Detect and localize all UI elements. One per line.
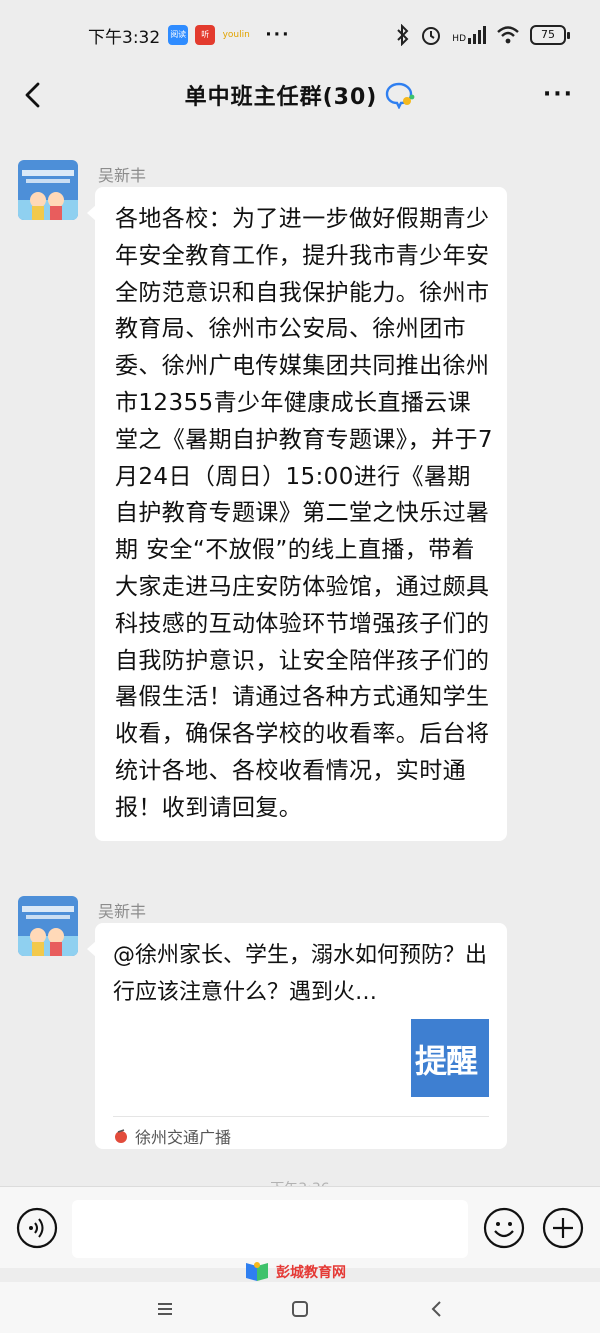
input-bar — [0, 1186, 600, 1268]
back-nav-icon[interactable] — [422, 1294, 452, 1324]
chat-message: 吴新丰 各地各校：为了进一步做好假期青少年安全教育工作，提升我市青少年安全防范意… — [18, 160, 588, 880]
sender-name: 吴新丰 — [98, 166, 147, 185]
wifi-icon — [497, 26, 519, 44]
thumbnail-text: 提醒 — [415, 1042, 478, 1080]
youlin-app-icon: youlin — [222, 30, 250, 40]
status-time: 下午3:32 — [88, 27, 161, 48]
battery-icon: 75 — [530, 25, 570, 45]
wecom-group-icon — [386, 82, 415, 109]
message-text: 各地各校：为了进一步做好假期青少年安全教育工作，提升我市青少年安全防范意识和自我… — [115, 206, 493, 821]
more-options-button[interactable]: ··· — [543, 82, 574, 107]
status-indicators: HD 75 — [396, 24, 570, 46]
link-source: 徐州交通广播 — [113, 1124, 231, 1148]
link-thumbnail: 提醒 — [411, 1019, 489, 1097]
watermark-text: 彭城教育网 — [276, 1265, 346, 1281]
voice-input-icon[interactable] — [16, 1207, 58, 1249]
link-card[interactable]: @徐州家长、学生，溺水如何预防？出行应该注意什么？遇到火… 提醒 徐州交通广播 — [87, 923, 507, 1149]
back-button[interactable] — [18, 79, 48, 111]
home-icon[interactable] — [285, 1294, 315, 1324]
link-source-name: 徐州交通广播 — [135, 1128, 232, 1147]
chat-message: 吴新丰 @徐州家长、学生，溺水如何预防？出行应该注意什么？遇到火… 提醒 徐州交… — [18, 896, 588, 1156]
link-title: @徐州家长、学生，溺水如何预防？出行应该注意什么？遇到火… — [113, 943, 488, 1005]
avatar[interactable] — [18, 896, 78, 956]
system-navigation-bar — [0, 1282, 600, 1333]
chevron-left-icon — [25, 82, 40, 108]
bluetooth-icon — [397, 24, 409, 46]
hd-signal-icon: HD — [452, 26, 486, 44]
message-input[interactable] — [72, 1200, 468, 1258]
message-bubble[interactable]: 各地各校：为了进一步做好假期青少年安全教育工作，提升我市青少年安全防范意识和自我… — [87, 187, 507, 841]
hd-label: HD — [452, 34, 466, 44]
radio-station-icon — [115, 1129, 127, 1143]
sender-name: 吴新丰 — [98, 902, 147, 921]
emoji-icon[interactable] — [483, 1207, 525, 1249]
status-more-icon: ··· — [265, 25, 291, 45]
divider — [113, 1116, 489, 1117]
menu-icon[interactable] — [150, 1294, 180, 1324]
avatar[interactable] — [18, 160, 78, 220]
alarm-icon — [422, 27, 441, 45]
reading-app-icon: 阅读 — [168, 25, 189, 45]
page-title: 单中班主任群(30) — [184, 85, 378, 110]
listen-app-icon: 听 — [195, 25, 216, 45]
avatar-image — [18, 160, 78, 220]
plus-icon[interactable] — [542, 1207, 584, 1249]
chat-header: 单中班主任群(30) ··· — [0, 70, 600, 120]
book-logo-icon — [246, 1262, 268, 1281]
avatar-image — [18, 896, 78, 956]
status-bar: 下午3:32 阅读 听 youlin ··· HD 75 — [0, 0, 600, 70]
watermark-logo: 彭城教育网 — [244, 1262, 346, 1282]
